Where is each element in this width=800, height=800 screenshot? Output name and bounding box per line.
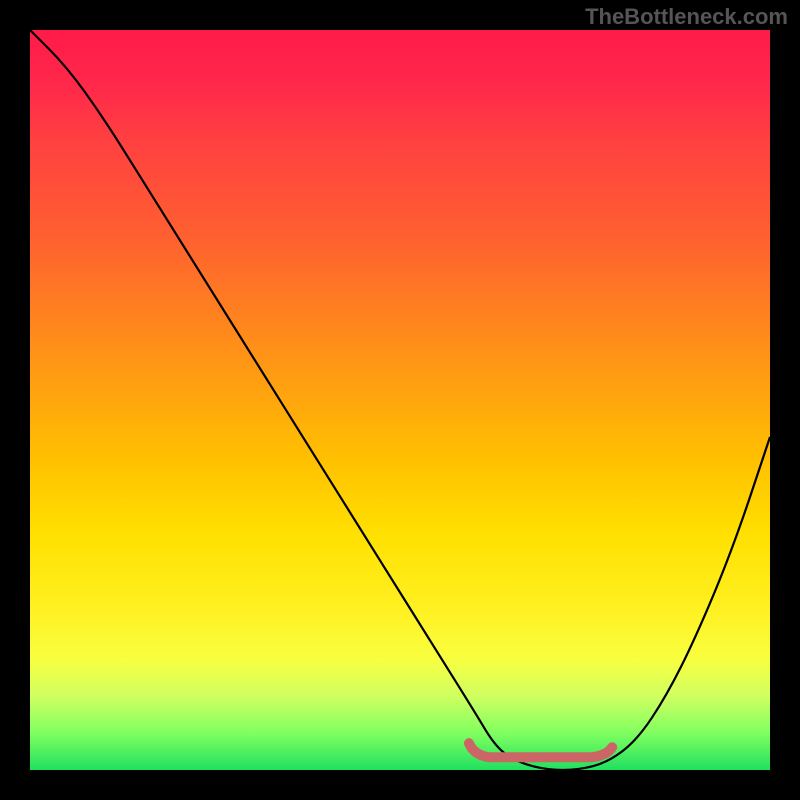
optimal-marker bbox=[469, 743, 612, 757]
watermark-text: TheBottleneck.com bbox=[585, 4, 788, 30]
chart-svg bbox=[30, 30, 770, 770]
bottleneck-curve bbox=[30, 30, 770, 770]
chart-container bbox=[30, 30, 770, 770]
